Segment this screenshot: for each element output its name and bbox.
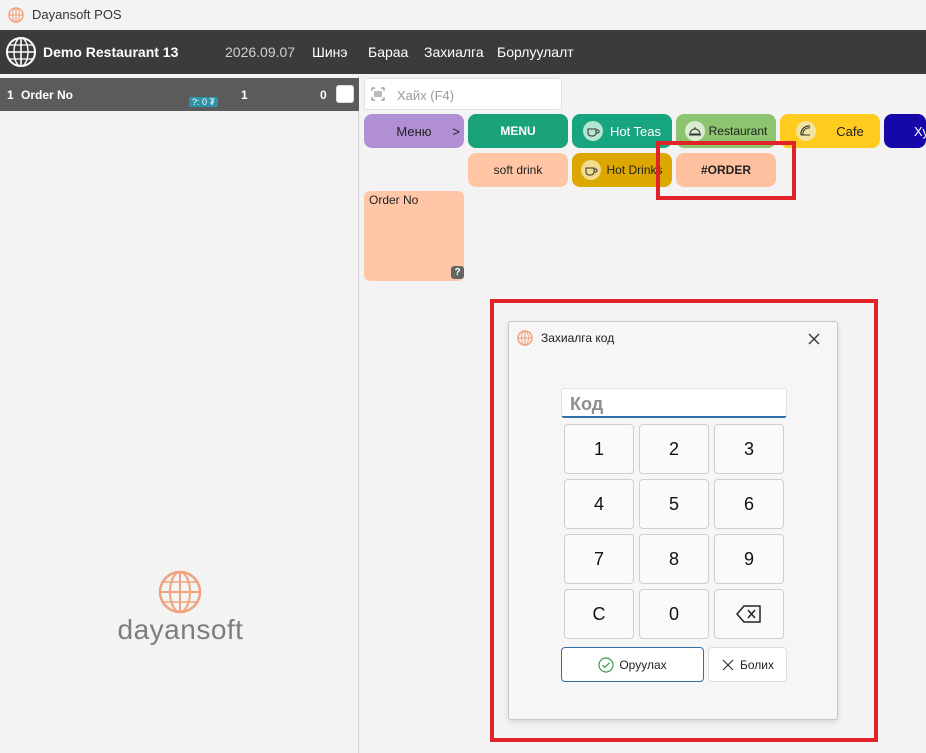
key-clear[interactable]: C xyxy=(564,589,634,639)
key-9[interactable]: 9 xyxy=(714,534,784,584)
code-field[interactable] xyxy=(561,388,787,418)
key-6[interactable]: 6 xyxy=(714,479,784,529)
category-label: Ху xyxy=(914,123,926,139)
highlight-box-order xyxy=(656,141,796,200)
nav-products[interactable]: Бараа xyxy=(368,44,408,60)
brand-wordmark: dayansoft xyxy=(117,614,244,645)
key-1[interactable]: 1 xyxy=(564,424,634,474)
category-label: Cafe xyxy=(836,123,864,139)
backspace-button[interactable] xyxy=(714,589,784,639)
cup-icon xyxy=(581,160,602,180)
current-date: 2026.09.07 xyxy=(225,44,296,60)
code-input[interactable] xyxy=(568,392,782,416)
key-0[interactable]: 0 xyxy=(639,589,709,639)
category-partial[interactable]: Ху xyxy=(884,114,926,148)
key-7[interactable]: 7 xyxy=(564,534,634,584)
barcode-scan-icon xyxy=(371,87,385,101)
order-index: 1 xyxy=(7,88,14,102)
submit-label: Оруулах xyxy=(619,657,667,672)
key-4[interactable]: 4 xyxy=(564,479,634,529)
menu-back-button[interactable]: Меню > xyxy=(364,114,464,148)
brand-logo: dayansoft xyxy=(108,570,253,645)
check-circle-icon xyxy=(598,656,614,673)
backspace-icon xyxy=(736,605,761,623)
nav-sales[interactable]: Борлуулалт xyxy=(497,44,574,60)
app-logo-icon xyxy=(517,330,533,346)
order-panel xyxy=(0,76,359,753)
globe-brand-icon xyxy=(158,570,202,614)
cloche-icon xyxy=(684,121,705,141)
close-icon xyxy=(722,659,734,670)
window-titlebar: Dayansoft POS xyxy=(0,0,926,30)
order-total: 0 xyxy=(320,88,327,102)
top-app-bar: Demo Restaurant 13 2026.09.07 Шинэ Бараа… xyxy=(0,30,926,74)
menu-back-label: Меню xyxy=(396,123,432,139)
question-badge-icon: ? xyxy=(451,266,464,279)
nav-orders[interactable]: Захиалга xyxy=(424,44,484,60)
order-price-badge: ?: 0 ₮ xyxy=(189,97,219,107)
category-label: Restaurant xyxy=(708,124,768,138)
submit-button[interactable]: Оруулах xyxy=(561,647,704,682)
order-code-dialog: Захиалга код 1 2 3 4 5 6 7 8 9 C 0 Оруул… xyxy=(508,321,838,720)
cancel-label: Болих xyxy=(740,657,774,672)
category-soft-drink[interactable]: soft drink xyxy=(468,153,568,187)
app-logo-icon xyxy=(8,7,24,23)
search-input[interactable] xyxy=(395,84,559,106)
category-label: soft drink xyxy=(493,163,543,177)
key-3[interactable]: 3 xyxy=(714,424,784,474)
order-row-checkbox[interactable] xyxy=(336,85,354,103)
taco-icon xyxy=(796,121,817,141)
chevron-right-icon: > xyxy=(452,123,460,139)
order-row[interactable]: 1 Order No ?: 0 ₮ 1 0 xyxy=(0,78,359,111)
category-label: Hot Teas xyxy=(609,123,662,139)
product-tile[interactable]: Order No ? xyxy=(364,191,464,281)
order-qty: 1 xyxy=(241,88,248,102)
restaurant-name: Demo Restaurant 13 xyxy=(43,44,179,60)
category-menu[interactable]: MENU xyxy=(468,114,568,148)
search-box[interactable] xyxy=(364,78,562,110)
window-title: Dayansoft POS xyxy=(32,7,122,22)
category-label: MENU xyxy=(500,124,536,138)
key-2[interactable]: 2 xyxy=(639,424,709,474)
key-5[interactable]: 5 xyxy=(639,479,709,529)
cup-icon xyxy=(582,121,603,141)
order-label: Order No xyxy=(21,88,74,102)
key-8[interactable]: 8 xyxy=(639,534,709,584)
close-icon[interactable] xyxy=(805,330,823,348)
globe-logo-icon[interactable] xyxy=(5,36,37,68)
cancel-button[interactable]: Болих xyxy=(708,647,787,682)
category-label: Hot Drinks xyxy=(606,163,663,177)
dialog-title: Захиалга код xyxy=(541,331,615,345)
nav-new[interactable]: Шинэ xyxy=(312,44,348,60)
product-label: Order No xyxy=(369,193,419,207)
